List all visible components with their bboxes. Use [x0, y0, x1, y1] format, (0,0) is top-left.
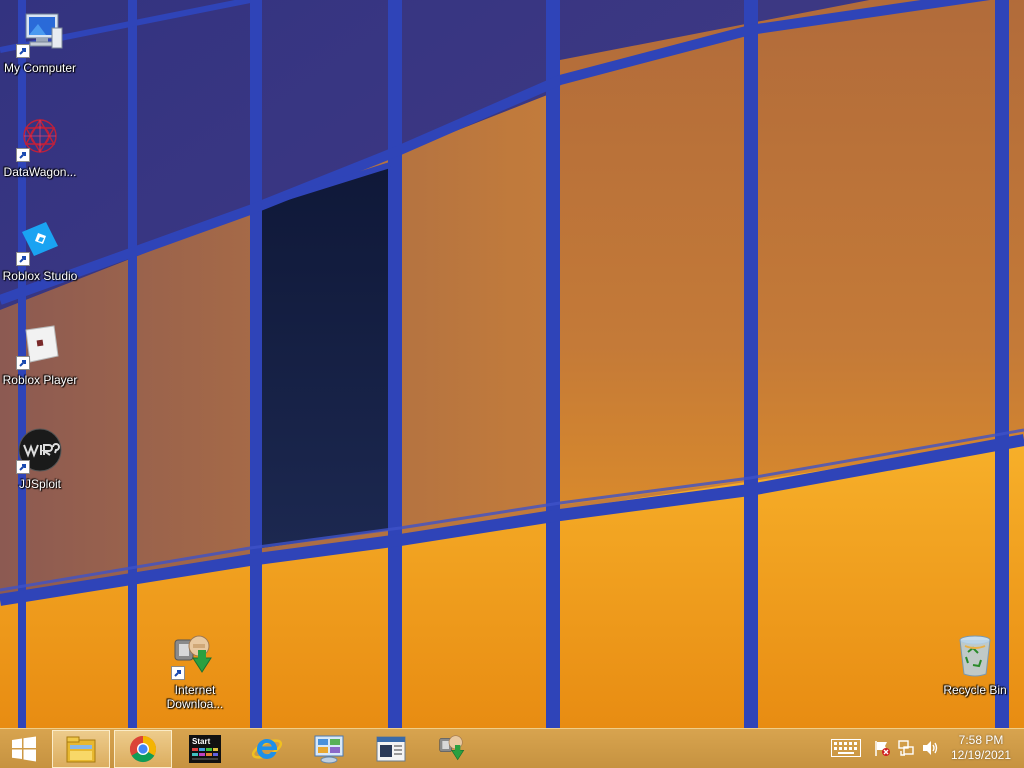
desktop-icon-roblox-studio[interactable]: Roblox Studio: [0, 214, 80, 302]
taskbar-chrome[interactable]: [114, 730, 172, 768]
start-menu-app-icon: Start: [189, 735, 221, 763]
volume-icon: [923, 741, 938, 755]
shortcut-arrow-icon: [16, 460, 30, 474]
taskbar: Start 7:58 PM 12/19/2021: [0, 728, 1024, 768]
taskbar-start-app[interactable]: Start: [176, 730, 234, 768]
tray-volume[interactable]: [920, 738, 940, 758]
clock-date: 12/19/2021: [950, 748, 1012, 762]
taskbar-clock[interactable]: 7:58 PM 12/19/2021: [946, 733, 1016, 765]
taskbar-file-explorer[interactable]: [52, 730, 110, 768]
desktop-icon-recycle-bin[interactable]: Recycle Bin: [935, 628, 1015, 716]
shortcut-arrow-icon: [16, 356, 30, 370]
chrome-icon: [129, 735, 157, 763]
desktop-icon-label: DataWagon...: [3, 165, 77, 179]
desktop-icon-label: Roblox Player: [2, 373, 78, 387]
desktop[interactable]: My Computer DataWagon... Roblox Studio R…: [0, 0, 1024, 728]
desktop-icon-jjsploit[interactable]: JJSploit: [0, 422, 80, 510]
desktop-icon-label: Recycle Bin: [943, 683, 1007, 697]
shortcut-arrow-icon: [16, 148, 30, 162]
desktop-icon-roblox-player[interactable]: Roblox Player: [0, 318, 80, 406]
start-button[interactable]: [0, 730, 48, 768]
recycle-bin-icon: [959, 635, 991, 677]
tray-keyboard[interactable]: [830, 738, 862, 758]
shortcut-arrow-icon: [16, 252, 30, 266]
shortcut-arrow-icon: [171, 666, 185, 680]
desktop-icon-label: Internet Downloa...: [166, 683, 224, 711]
desktop-icon-label: JJSploit: [18, 477, 62, 491]
internet-download-manager-icon: [439, 735, 465, 761]
control-panel-icon: [314, 735, 344, 764]
network-icon: [898, 740, 914, 756]
taskbar-internet-download-manager[interactable]: [424, 730, 482, 768]
file-explorer-icon: [66, 736, 96, 763]
windows-logo-icon: [12, 736, 36, 762]
desktop-icon-my-computer[interactable]: My Computer: [0, 6, 80, 94]
action-center-flag-icon: [875, 741, 890, 756]
tray-network[interactable]: [896, 738, 916, 758]
keyboard-icon: [831, 739, 861, 757]
desktop-icon-datawagon[interactable]: DataWagon...: [0, 110, 80, 198]
desktop-icon-label: Roblox Studio: [2, 269, 78, 283]
shortcut-arrow-icon: [16, 44, 30, 58]
taskbar-internet-explorer[interactable]: [238, 730, 296, 768]
desktop-icon-label: My Computer: [3, 61, 77, 75]
wallpaper: [0, 0, 1024, 728]
tray-action-center[interactable]: [872, 738, 892, 758]
internet-explorer-icon: [251, 738, 283, 759]
desktop-icon-internet-download-manager[interactable]: Internet Downloa...: [155, 628, 235, 716]
clock-time: 7:58 PM: [958, 733, 1004, 747]
taskbar-control-panel[interactable]: [300, 730, 358, 768]
start-app-badge: Start: [192, 737, 211, 746]
window-app-icon: [376, 736, 406, 762]
taskbar-window-app[interactable]: [362, 730, 420, 768]
